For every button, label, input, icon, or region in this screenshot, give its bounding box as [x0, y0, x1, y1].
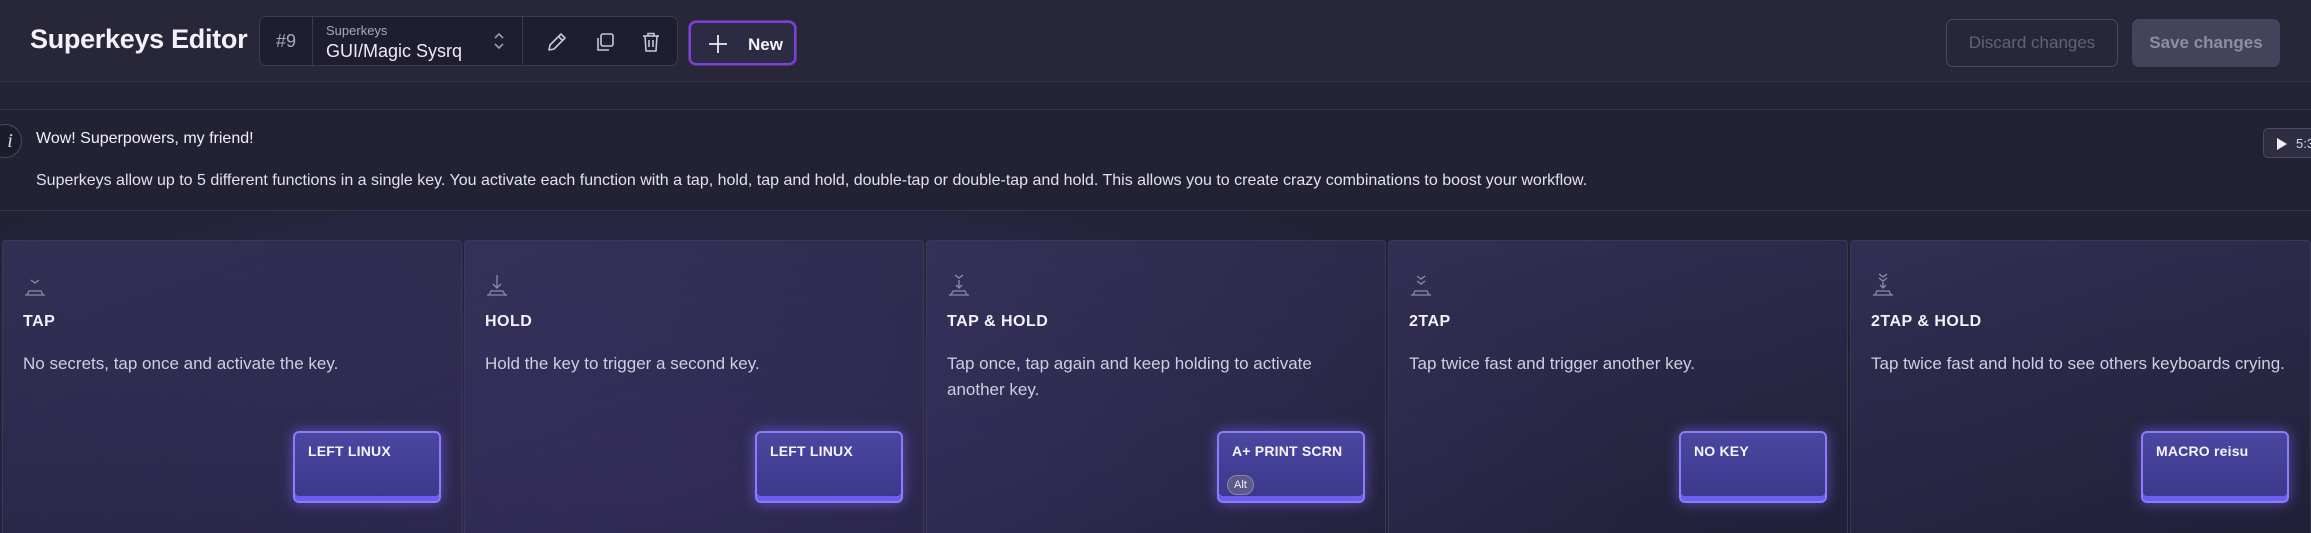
pencil-icon [548, 33, 566, 51]
assigned-key[interactable]: NO KEY [1679, 431, 1827, 503]
card-title: 2TAP & HOLD [1871, 313, 1982, 330]
copy-icon [597, 33, 614, 51]
play-icon [2277, 138, 2287, 150]
double-tap-icon [1411, 275, 1431, 296]
superkeys-editor-app: Superkeys Editor #9 Superkeys GUI/Magic … [0, 0, 2311, 533]
video-duration: 5:3 [2296, 136, 2311, 151]
duplicate-button[interactable] [588, 25, 622, 59]
tap-hold-icon [949, 274, 969, 296]
action-card-double-tap-and-hold[interactable]: 2TAP & HOLD Tap twice fast and hold to s… [1850, 240, 2311, 533]
card-description: Hold the key to trigger a second key. [485, 354, 760, 373]
card-title: HOLD [485, 313, 533, 330]
key-label: MACRO reisu [2156, 443, 2249, 459]
key-label: LEFT LINUX [308, 443, 391, 459]
modifier-badge: Alt [1227, 475, 1254, 495]
video-tutorial-button[interactable]: 5:3 [2263, 128, 2311, 158]
card-title: TAP & HOLD [947, 313, 1049, 330]
card-title: TAP [23, 313, 56, 330]
new-button-label: New [748, 35, 783, 54]
info-banner: i Wow! Superpowers, my friend! Superkeys… [0, 109, 2311, 211]
discard-changes-button[interactable]: Discard changes [1946, 19, 2118, 67]
info-icon: i [0, 124, 22, 158]
card-title: 2TAP [1409, 313, 1451, 330]
card-description: No secrets, tap once and activate the ke… [23, 354, 339, 373]
header-bar: Superkeys Editor #9 Superkeys GUI/Magic … [0, 0, 2311, 82]
hold-icon [487, 275, 507, 296]
assigned-key[interactable]: LEFT LINUX [755, 431, 903, 503]
assigned-key[interactable]: A+ PRINT SCRN Alt [1217, 431, 1365, 503]
card-description: Tap once, tap again and keep holding to … [947, 354, 1312, 399]
banner-text: Superkeys allow up to 5 different functi… [36, 172, 1588, 189]
save-changes-button[interactable]: Save changes [2132, 19, 2280, 67]
action-card-tap-and-hold[interactable]: TAP & HOLD Tap once, tap again and keep … [926, 240, 1386, 533]
trash-icon [643, 32, 659, 52]
assigned-key[interactable]: LEFT LINUX [293, 431, 441, 503]
double-tap-hold-icon [1873, 273, 1893, 296]
rename-button[interactable] [540, 25, 574, 59]
card-description: Tap twice fast and trigger another key. [1409, 354, 1696, 373]
assigned-key[interactable]: MACRO reisu [2141, 431, 2289, 503]
selector-value: GUI/Magic Sysrq [326, 41, 463, 61]
action-card-double-tap[interactable]: 2TAP Tap twice fast and trigger another … [1388, 240, 1848, 533]
superkey-selector[interactable]: #9 Superkeys GUI/Magic Sysrq [259, 16, 678, 66]
banner-title: Wow! Superpowers, my friend! [36, 130, 254, 147]
delete-button[interactable] [634, 25, 668, 59]
tap-icon [25, 279, 45, 296]
key-label: NO KEY [1694, 443, 1749, 459]
plus-icon [709, 35, 727, 53]
key-label: LEFT LINUX [770, 443, 853, 459]
selector-divider [522, 17, 523, 65]
superkey-number: #9 [276, 31, 297, 51]
chevron-updown-icon[interactable] [492, 29, 506, 53]
new-superkey-button[interactable]: New [689, 21, 796, 65]
app-title: Superkeys Editor [30, 24, 248, 54]
selector-caption: Superkeys [326, 23, 388, 38]
card-description: Tap twice fast and hold to see others ke… [1871, 354, 2285, 373]
selector-divider [312, 17, 313, 65]
key-label: A+ PRINT SCRN [1232, 443, 1343, 459]
superkey-actions: TAP No secrets, tap once and activate th… [0, 240, 2311, 533]
action-card-hold[interactable]: HOLD Hold the key to trigger a second ke… [464, 240, 924, 533]
action-card-tap[interactable]: TAP No secrets, tap once and activate th… [2, 240, 462, 533]
